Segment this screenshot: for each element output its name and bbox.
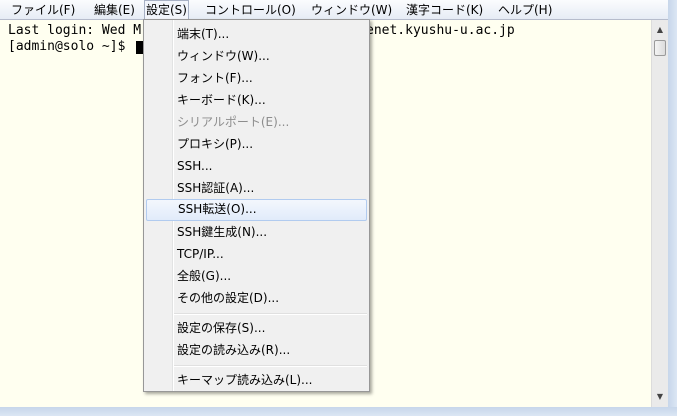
terminal-cursor — [136, 41, 143, 54]
menu-item-window[interactable]: ウィンドウ(W)... — [146, 46, 367, 66]
menu-help[interactable]: ヘルプ(H) — [497, 1, 553, 19]
menu-item-ssh-auth[interactable]: SSH認証(A)... — [146, 178, 367, 198]
menu-item-font[interactable]: フォント(F)... — [146, 68, 367, 88]
menu-file[interactable]: ファイル(F) — [10, 1, 76, 19]
menu-kanji-code[interactable]: 漢字コード(K) — [405, 1, 484, 19]
menu-window[interactable]: ウィンドウ(W) — [310, 1, 393, 19]
terminal-line-login-host: enet.kyushu-u.ac.jp — [366, 23, 515, 38]
menu-item-restore-setup[interactable]: 設定の読み込み(R)... — [146, 340, 367, 360]
menu-item-additional-settings[interactable]: その他の設定(D)... — [146, 288, 367, 308]
menu-separator — [174, 365, 367, 367]
menu-item-ssh-keygen[interactable]: SSH鍵生成(N)... — [146, 222, 367, 242]
menu-separator — [174, 313, 367, 315]
vertical-scrollbar[interactable]: ▲ ▼ — [651, 20, 668, 407]
scrollbar-thumb[interactable] — [654, 40, 666, 56]
menu-item-save-setup[interactable]: 設定の保存(S)... — [146, 318, 367, 338]
menu-item-tcpip[interactable]: TCP/IP... — [146, 244, 367, 264]
menu-bar: ファイル(F) 編集(E) 設定(S) コントロール(O) ウィンドウ(W) 漢… — [0, 0, 677, 21]
menu-control[interactable]: コントロール(O) — [204, 1, 297, 19]
window-frame-right — [668, 0, 677, 416]
terminal-prompt: [admin@solo ~]$ — [8, 39, 134, 54]
menu-settings[interactable]: 設定(S) — [144, 0, 189, 21]
menu-item-serial-port: シリアルポート(E)... — [177, 115, 290, 129]
menu-item-proxy[interactable]: プロキシ(P)... — [146, 134, 367, 154]
menu-item-ssh-forwarding[interactable]: SSH転送(O)... — [146, 199, 367, 221]
menu-edit[interactable]: 編集(E) — [93, 1, 136, 19]
menu-item-load-keymap[interactable]: キーマップ読み込み(L)... — [146, 370, 367, 390]
menu-item-general[interactable]: 全般(G)... — [146, 266, 367, 286]
settings-dropdown-menu: 端末(T)... ウィンドウ(W)... フォント(F)... キーボード(K)… — [143, 19, 370, 392]
scroll-up-arrow-icon[interactable]: ▲ — [652, 22, 668, 38]
menu-item-keyboard[interactable]: キーボード(K)... — [146, 90, 367, 110]
menu-item-ssh[interactable]: SSH... — [146, 156, 367, 176]
menu-item-terminal[interactable]: 端末(T)... — [146, 24, 367, 44]
scroll-down-arrow-icon[interactable]: ▼ — [652, 389, 668, 405]
terminal-line-login: Last login: Wed M — [8, 23, 142, 38]
window-frame-bottom — [0, 407, 677, 416]
